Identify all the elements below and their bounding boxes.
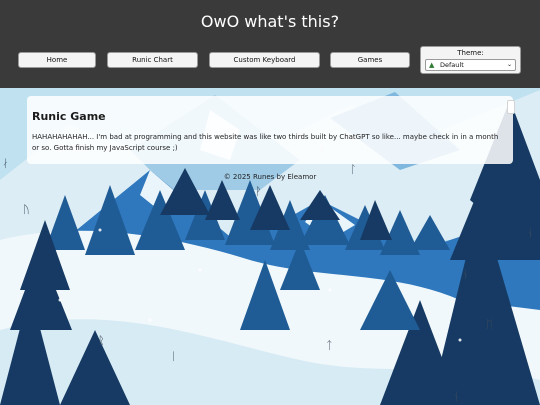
chevron-down-icon: ⌄ — [506, 61, 512, 68]
floating-rune: ᚹ — [255, 185, 262, 198]
card-text: HAHAHAHAHAH... I'm bad at programming an… — [32, 133, 499, 152]
main-nav: Home Runic Chart Custom Keyboard Games T… — [0, 0, 540, 88]
floating-rune: ᚾ — [527, 227, 534, 240]
theme-selected-value: Default — [440, 61, 464, 69]
floating-rune: ᚾ — [453, 390, 460, 403]
tree-icon: ▲ — [429, 61, 435, 69]
theme-label: Theme: — [457, 49, 484, 57]
runic-game-card: Runic Game HAHAHAHAHAH... I'm bad at pro… — [27, 96, 513, 164]
card-title: Runic Game — [32, 110, 106, 123]
nav-runic-chart-button[interactable]: Runic Chart — [107, 52, 198, 68]
floating-rune: ᛖ — [486, 318, 493, 331]
floating-rune: ᚢ — [23, 203, 30, 216]
nav-custom-keyboard-button[interactable]: Custom Keyboard — [209, 52, 320, 68]
theme-picker: Theme: ▲ Default ⌄ — [420, 46, 521, 74]
theme-select[interactable]: ▲ Default ⌄ — [425, 59, 516, 71]
site-header: OwO what's this? Home Runic Chart Custom… — [0, 0, 540, 88]
floating-rune: ᚾ — [462, 268, 469, 281]
site-footer: © 2025 Runes by Eleamor — [223, 173, 317, 181]
floating-rune: ᛅ — [2, 157, 9, 170]
nav-games-button[interactable]: Games — [330, 52, 410, 68]
card-resize-handle[interactable] — [507, 100, 515, 114]
floating-rune: ᚱ — [98, 334, 105, 347]
floating-rune: ᛁ — [170, 350, 177, 363]
nav-home-button[interactable]: Home — [18, 52, 96, 68]
floating-rune: ᛏ — [326, 339, 333, 352]
